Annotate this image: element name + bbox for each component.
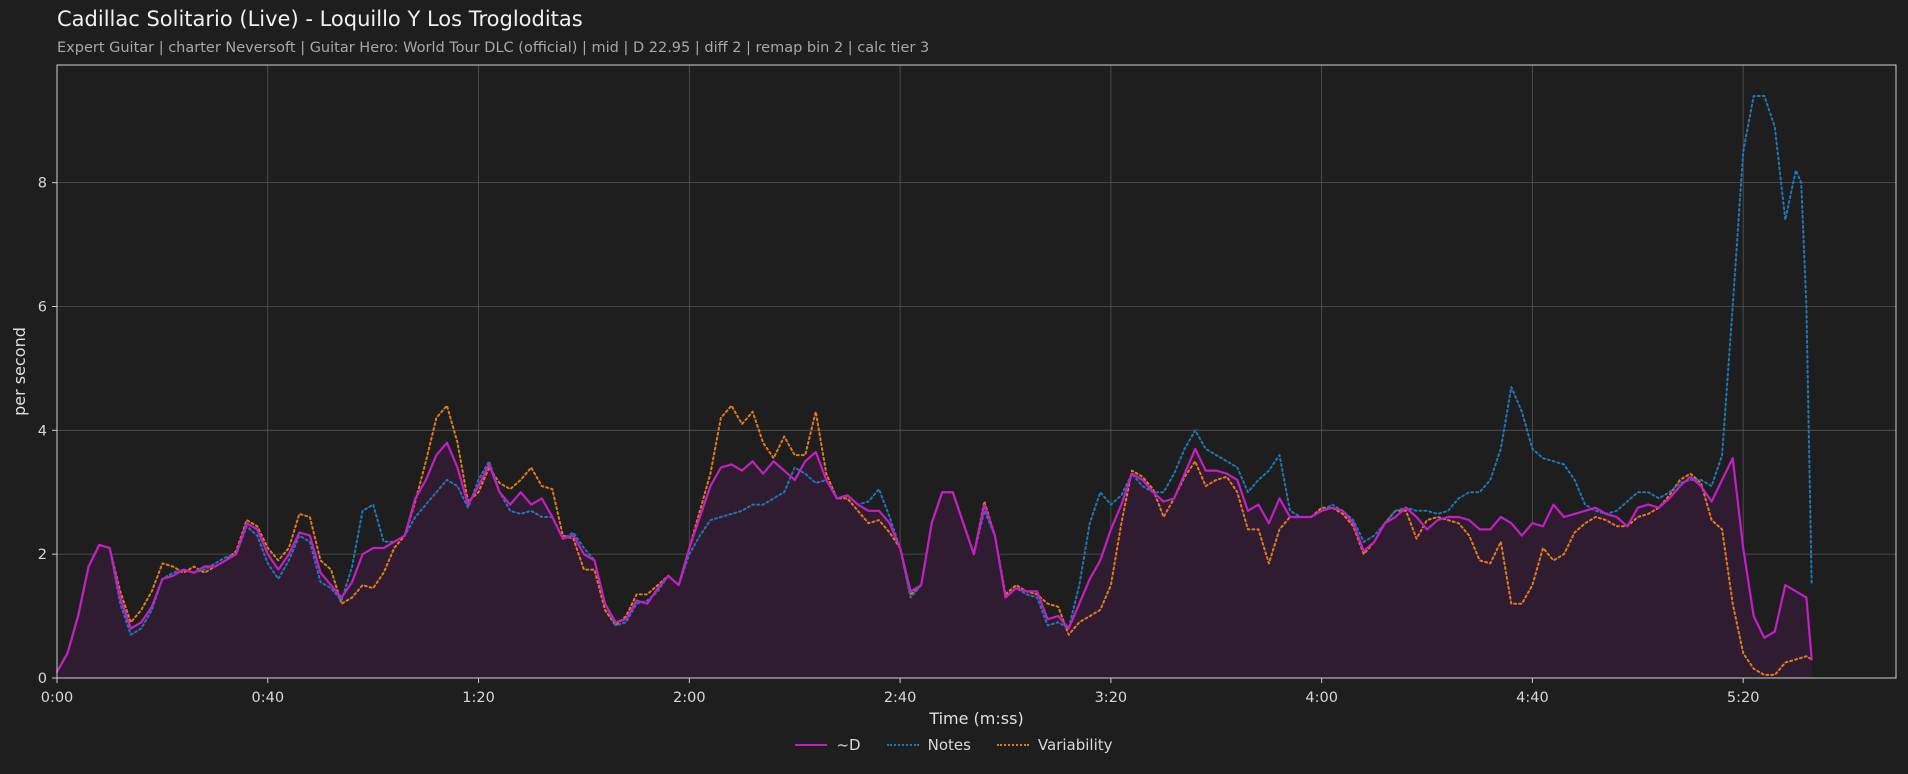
x-tick-label: 2:40 [884, 690, 917, 706]
x-tick-label: 1:20 [462, 690, 495, 706]
legend-label-d: ~D [836, 736, 861, 754]
legend-label-notes: Notes [927, 736, 971, 754]
x-tick-label: 2:00 [673, 690, 706, 706]
x-axis-label: Time (m:ss) [928, 709, 1023, 728]
y-tick-label: 4 [38, 423, 47, 439]
legend-label-variability: Variability [1037, 736, 1113, 754]
x-tick-label: 0:00 [41, 690, 74, 706]
x-tick-label: 3:20 [1095, 690, 1128, 706]
x-tick-label: 4:00 [1305, 690, 1338, 706]
legend-item-variability: Variability [996, 736, 1113, 754]
y-tick-label: 2 [38, 547, 47, 563]
x-tick-label: 4:40 [1516, 690, 1549, 706]
legend-swatch-notes [886, 744, 919, 746]
legend: ~D Notes Variability [0, 736, 1908, 754]
y-tick-label: 8 [38, 176, 47, 192]
y-tick-label: 0 [38, 671, 47, 687]
legend-swatch-d [795, 744, 828, 746]
y-tick-label: 6 [38, 299, 47, 315]
y-axis-label: per second [10, 327, 29, 416]
x-tick-label: 5:20 [1727, 690, 1760, 706]
legend-item-d: ~D [795, 736, 861, 754]
x-tick-label: 0:40 [251, 690, 284, 706]
legend-item-notes: Notes [886, 736, 971, 754]
line-chart: 0:00 0:40 1:20 2:00 2:40 3:20 4:00 4:40 5:20 0 2 4 6… [10, 64, 1897, 728]
legend-swatch-variability [996, 744, 1029, 746]
